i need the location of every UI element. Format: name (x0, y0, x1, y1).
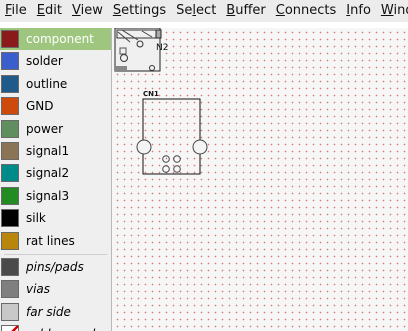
layer-color-swatch[interactable] (1, 258, 19, 276)
pad (173, 155, 181, 163)
layer-color-swatch[interactable] (1, 231, 19, 250)
menu-edit[interactable]: Edit (32, 0, 67, 22)
menu-mnemonic: W (380, 3, 394, 18)
menu-buffer[interactable]: Buffer (221, 0, 270, 22)
layer-label: outline (26, 76, 68, 91)
menu-text-post: ettings (121, 3, 167, 18)
menu-view[interactable]: View (67, 0, 108, 22)
layer-label: GND (26, 99, 54, 114)
layer-label: solder mask (26, 327, 99, 331)
layer-label: signal3 (26, 188, 70, 203)
menu-text-post: nfo (350, 3, 371, 18)
layer-label: pins/pads (26, 260, 84, 274)
layer-color-swatch[interactable] (1, 209, 19, 228)
layer-solder[interactable]: solder (0, 50, 111, 72)
menu-text-post: dit (45, 3, 62, 18)
layer-color-swatch[interactable] (1, 325, 19, 331)
menu-mnemonic: B (226, 3, 236, 18)
menu-select[interactable]: Select (171, 0, 221, 22)
layer-pins-pads[interactable]: pins/pads (0, 256, 111, 278)
layer-color-swatch[interactable] (1, 164, 19, 183)
layer-color-swatch[interactable] (1, 74, 19, 93)
layer-vias[interactable]: vias (0, 278, 111, 300)
menu-text-post: indo (393, 3, 408, 18)
menu-text-post: iew (80, 3, 103, 18)
layer-color-swatch[interactable] (1, 52, 19, 71)
layer-label: far side (26, 304, 71, 319)
layer-rat-lines[interactable]: rat lines (0, 230, 111, 252)
layer-separator (4, 254, 107, 255)
pad (162, 155, 170, 163)
layer-far-side[interactable]: far side (0, 301, 111, 323)
layer-solder-mask[interactable]: solder mask (0, 323, 111, 331)
menu-windo[interactable]: Windo (376, 0, 408, 22)
menu-text-post: onnects (284, 3, 337, 18)
layer-label: signal1 (26, 144, 70, 158)
layer-label: signal2 (26, 166, 70, 181)
layer-gnd[interactable]: GND (0, 95, 111, 117)
layer-label: silk (26, 211, 46, 226)
menu-mnemonic: C (275, 3, 285, 18)
menu-mnemonic: E (36, 3, 45, 18)
layer-signal3[interactable]: signal3 (0, 185, 111, 207)
menu-file[interactable]: File (0, 0, 32, 22)
menu-info[interactable]: Info (341, 0, 376, 22)
layer-signal1[interactable]: signal1 (0, 140, 111, 162)
layer-label: component (26, 32, 94, 46)
menu-connects[interactable]: Connects (271, 0, 342, 22)
layer-outline[interactable]: outline (0, 73, 111, 95)
pad (173, 165, 181, 173)
layer-color-swatch[interactable] (1, 30, 19, 48)
menu-mnemonic: V (71, 3, 81, 18)
mount-hole-left (136, 139, 152, 155)
layer-color-swatch[interactable] (1, 97, 19, 116)
component-label: CN1 (143, 90, 159, 98)
menu-text-post: uffer (235, 3, 266, 18)
menu-text-pre: Se (176, 3, 193, 18)
partial-component-label: N2 (156, 43, 168, 53)
layer-color-swatch[interactable] (1, 280, 19, 299)
partial-component-top[interactable]: N2 (114, 28, 168, 72)
mount-hole-right (192, 139, 208, 155)
layer-color-swatch[interactable] (1, 142, 19, 160)
layer-label: solder (26, 54, 63, 69)
pcb-drawing: N2 CN1 (114, 28, 208, 175)
component-cn1[interactable]: CN1 (136, 90, 208, 175)
layer-label: power (26, 121, 64, 136)
menu-text-post: ect (196, 3, 217, 18)
pad (162, 165, 170, 173)
menu-mnemonic: S (112, 3, 122, 18)
layer-color-swatch[interactable] (1, 302, 19, 321)
menu-bar: File Edit View Settings Select Buffer Connects… (0, 0, 408, 22)
menu-text-post: ile (11, 3, 27, 18)
layer-component[interactable]: component (0, 28, 111, 50)
layer-color-swatch[interactable] (1, 186, 19, 205)
layer-color-swatch[interactable] (1, 119, 19, 138)
layer-signal2[interactable]: signal2 (0, 162, 111, 184)
layer-panel: component solder outline GND power signal1 sig… (0, 28, 112, 331)
menu-settings[interactable]: Settings (108, 0, 171, 22)
layer-power[interactable]: power (0, 118, 111, 140)
layer-label: rat lines (26, 233, 75, 248)
layer-silk[interactable]: silk (0, 207, 111, 229)
layer-label: vias (26, 282, 51, 297)
pcb-canvas[interactable]: N2 CN1 (112, 28, 408, 331)
